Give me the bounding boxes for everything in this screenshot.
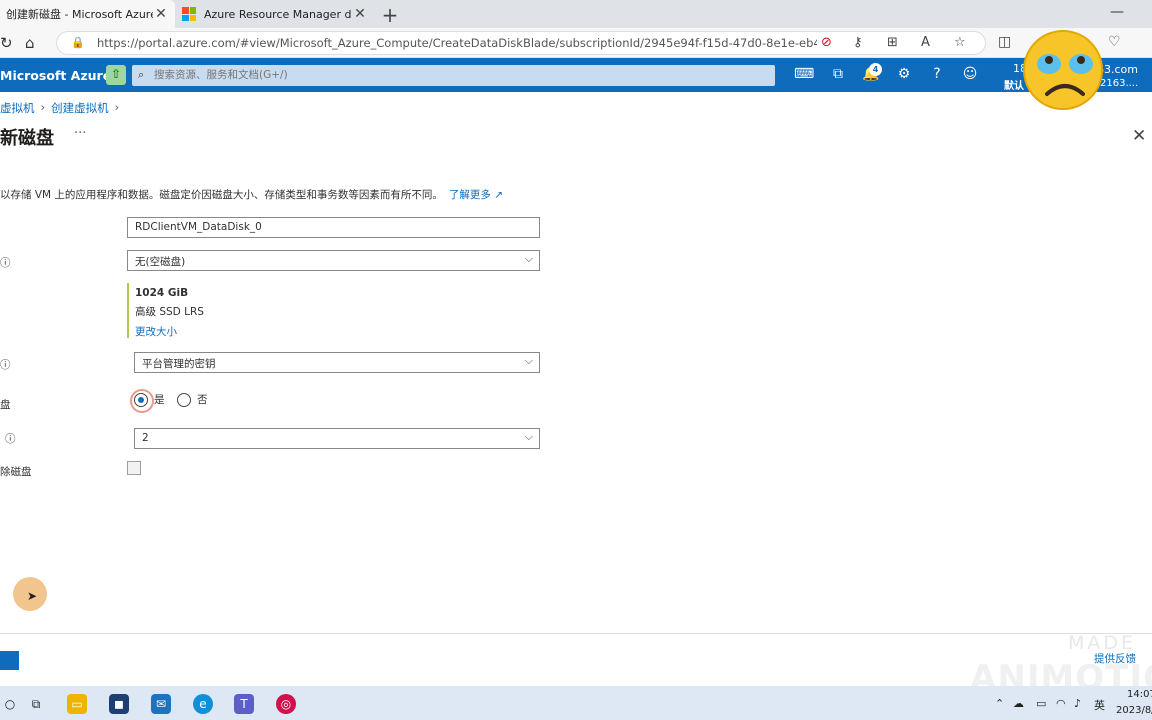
split-screen-icon[interactable]: ◫ [998,34,1011,50]
change-size-link[interactable]: 更改大小 [135,324,204,339]
crying-face-icon [1023,30,1103,110]
radio-unselected-icon [177,392,191,407]
shared-no-radio[interactable]: 否 [177,392,208,407]
task-view-icon[interactable]: ⧉ [26,694,46,714]
info-icon: ⓘ [0,257,11,269]
close-icon[interactable]: ✕ [153,6,169,22]
chevron-down-icon: ⌵ [524,252,533,265]
cloud-icon[interactable]: ☁ [1013,697,1024,710]
account-tenant-fragment[interactable]: 2163.... [1100,78,1138,89]
radio-selected-icon [130,388,154,413]
info-icon: ⓘ [0,359,11,371]
delete-with-vm-checkbox[interactable] [127,461,141,475]
upgrade-icon[interactable]: ⇧ [106,65,126,85]
max-shares-select[interactable]: 2 ⌵ [134,428,540,449]
footer-divider [0,633,1152,634]
cloud-shell-icon[interactable]: ⌨ [794,66,814,82]
shared-yes-label: 是 [154,394,165,406]
edge-icon[interactable]: e [193,694,213,714]
close-blade-icon[interactable]: ✕ [1132,126,1146,146]
tab-create-disk[interactable]: 创建新磁盘 - Microsoft Azure ✕ [0,0,175,28]
delete-with-vm-label: 除磁盘 [0,466,32,478]
new-tab-icon[interactable]: + [380,3,400,27]
read-aloud-icon[interactable]: A [921,35,930,50]
disk-size-value: 1024 GiB [135,287,189,299]
shared-yes-radio[interactable]: 是 [130,388,165,413]
page-title: 新磁盘 [0,128,54,149]
breadcrumb-vms[interactable]: 虚拟机 [0,100,35,116]
ok-button[interactable] [0,651,19,670]
mouse-cursor-highlight: ➤ [13,577,47,611]
file-explorer-icon[interactable]: ▭ [67,694,87,714]
disk-name-input[interactable]: RDClientVM_DataDisk_0 [127,217,540,238]
notification-badge: 4 [869,63,882,76]
tab-title: 创建新磁盘 - Microsoft Azure [6,8,153,21]
favorite-icon[interactable]: ☆ [954,35,966,50]
minimize-icon[interactable]: — [1110,4,1124,20]
page-description: 以存储 VM 上的应用程序和数据。磁盘定价因磁盘大小、存储类型和事务数等因素而有… [0,187,503,202]
clock-time[interactable]: 14:07 [1127,689,1152,700]
store-icon[interactable]: ◼ [109,694,129,714]
browser-toolbar: ↻ ⌂ 🔒 https://portal.azure.com/#view/Mic… [0,28,1152,58]
max-shares-value: 2 [142,432,149,444]
recorder-app-icon[interactable]: ◎ [276,694,296,714]
browser-essentials-icon[interactable]: ♡ [1108,34,1121,50]
source-type-select[interactable]: 无(空磁盘) ⌵ [127,250,540,271]
url-text: https://portal.azure.com/#view/Microsoft… [97,36,817,50]
key-icon[interactable]: ⚷ [853,35,863,50]
lock-icon: 🔒 [71,36,85,49]
chevron-up-icon[interactable]: ⌃ [995,697,1004,710]
volume-icon[interactable]: ♪ [1074,697,1081,710]
battery-icon[interactable]: ▭ [1036,697,1046,710]
address-bar[interactable]: 🔒 https://portal.azure.com/#view/Microso… [56,31,986,55]
azure-brand[interactable]: Microsoft Azure [0,68,111,83]
home-icon[interactable]: ⌂ [25,34,35,52]
chevron-down-icon: ⌵ [524,354,533,367]
windows-taskbar: ○ ⧉ ▭ ◼ ✉ e T ◎ ⌃ ☁ ▭ ◠ ♪ 英 14:07 2023/8… [0,686,1152,720]
browser-tab-strip: 创建新磁盘 - Microsoft Azure ✕ Azure Resource… [0,0,1152,28]
search-input[interactable] [154,67,754,83]
source-type-value: 无(空磁盘) [135,256,186,268]
clock-date[interactable]: 2023/8/ [1116,705,1152,716]
feedback-icon[interactable]: ☺ [960,66,980,82]
learn-more-link[interactable]: 了解更多 ↗ [449,189,503,201]
ime-indicator[interactable]: 英 [1094,697,1105,713]
search-icon[interactable]: ○ [0,694,20,714]
microsoft-logo-icon [182,7,196,21]
mail-icon[interactable]: ✉ [151,694,171,714]
directory-filter-icon[interactable]: ⧉ [828,66,848,82]
close-icon[interactable]: ✕ [352,6,368,22]
wifi-icon[interactable]: ◠ [1056,697,1066,710]
chevron-right-icon: › [114,100,120,114]
settings-gear-icon[interactable]: ⚙ [894,66,914,82]
chevron-right-icon: › [40,100,46,114]
chevron-down-icon: ⌵ [524,430,533,443]
encryption-type-value: 平台管理的密钥 [142,358,216,370]
search-icon: ⌕ [138,68,145,81]
apps-icon[interactable]: ⊞ [887,35,898,50]
tab-title: Azure Resource Manager docum [204,7,352,21]
description-text: 以存储 VM 上的应用程序和数据。磁盘定价因磁盘大小、存储类型和事务数等因素而有… [0,189,443,201]
watermark-made: MADE [1068,632,1137,654]
account-directory-fragment[interactable]: 默认 [1004,77,1024,92]
disk-tier-value: 高级 SSD LRS [135,306,204,318]
global-search[interactable]: ⌕ [132,65,775,86]
encryption-type-select[interactable]: 平台管理的密钥 ⌵ [134,352,540,373]
refresh-icon[interactable]: ↻ [0,34,13,52]
tab-arm-docs[interactable]: Azure Resource Manager docum ✕ [176,0,374,28]
help-icon[interactable]: ? [927,66,947,82]
teams-icon[interactable]: T [234,694,254,714]
info-icon: ⓘ [5,433,16,445]
disk-size-summary: 1024 GiB 高级 SSD LRS 更改大小 [127,283,204,338]
shared-no-label: 否 [197,394,208,406]
tracking-icon[interactable]: ⊘ [821,35,832,50]
shared-disk-label: 盘 [0,399,11,411]
more-options-icon[interactable]: ··· [74,126,86,141]
breadcrumb: 虚拟机 › 创建虚拟机 › [0,100,119,116]
cursor-arrow-icon: ➤ [27,589,38,603]
azure-header: Microsoft Azure ⇧ ⌕ ⌨ ⧉ 🔔 4 ⚙ ? ☺ 18 默认 … [0,58,1152,92]
breadcrumb-create-vm[interactable]: 创建虚拟机 [51,100,109,116]
